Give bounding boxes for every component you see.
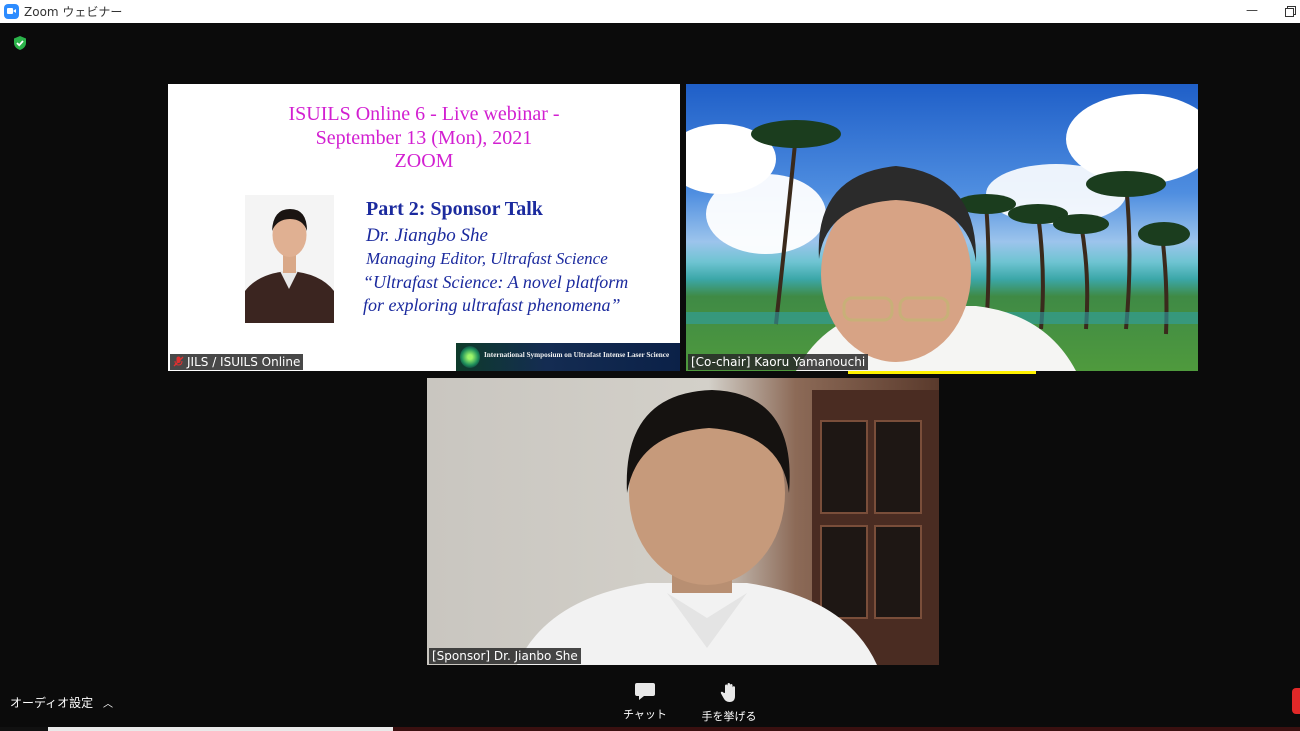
chat-label: チャット: [623, 708, 667, 721]
sponsor-person: [517, 390, 877, 665]
raise-hand-button[interactable]: 手を挙げる: [696, 682, 762, 724]
slide-title-line-3: ZOOM: [394, 150, 454, 172]
speaker-photo: [245, 195, 334, 323]
slide-speaker-role: Managing Editor, Ultrafast Science: [366, 249, 608, 268]
participant-name-tag: [Sponsor] Dr. Jianbo She: [429, 648, 581, 664]
muted-mic-icon: [173, 356, 184, 367]
audio-settings-label: オーディオ設定: [10, 696, 94, 710]
co-chair-video-tile[interactable]: [Co-chair] Kaoru Yamanouchi: [686, 84, 1198, 371]
slide-part-heading: Part 2: Sponsor Talk: [366, 198, 543, 220]
taskbar-strip-segment: [393, 727, 1300, 731]
participant-name-tag: [Co-chair] Kaoru Yamanouchi: [688, 354, 869, 370]
chevron-up-icon: ︿: [103, 699, 113, 710]
co-chair-person: [796, 166, 1076, 371]
active-speaker-indicator: [848, 371, 1036, 374]
restore-icon[interactable]: [1280, 0, 1300, 23]
shared-slide-tile[interactable]: ISUILS Online 6 - Live webinar - Septemb…: [168, 84, 680, 371]
chat-button[interactable]: チャット: [622, 682, 668, 722]
slide-speaker-name: Dr. Jiangbo She: [366, 225, 488, 246]
slide-title-line-1: ISUILS Online 6 - Live webinar -: [288, 103, 560, 125]
slide-title-line-2: September 13 (Mon), 2021: [315, 127, 533, 149]
window-titlebar: Zoom ウェビナー —: [0, 0, 1300, 23]
encryption-shield-icon[interactable]: [12, 35, 28, 51]
slide-talk-title-2: for exploring ultrafast phenomena”: [363, 295, 621, 315]
participant-name: [Co-chair] Kaoru Yamanouchi: [691, 355, 866, 369]
symposium-banner: International Symposium on Ultrafast Int…: [456, 343, 680, 371]
chat-icon: [635, 683, 655, 700]
raise-hand-icon: [720, 683, 735, 702]
participant-name-tag: JILS / ISUILS Online: [170, 354, 304, 370]
zoom-app-icon: [4, 4, 19, 19]
sponsor-video-tile[interactable]: [Sponsor] Dr. Jianbo She: [427, 378, 939, 665]
slide-talk-title-1: “Ultrafast Science: A novel platform: [363, 272, 629, 292]
minimize-icon[interactable]: —: [1237, 0, 1267, 23]
participant-name: [Sponsor] Dr. Jianbo She: [432, 649, 578, 663]
raise-hand-label: 手を挙げる: [701, 710, 757, 723]
audio-settings-button[interactable]: オーディオ設定 ︿: [10, 694, 113, 711]
taskbar-strip-segment: [48, 727, 393, 731]
participant-name: JILS / ISUILS Online: [187, 355, 301, 369]
leave-button[interactable]: [1292, 688, 1300, 714]
window-title: Zoom ウェビナー: [24, 5, 123, 19]
symposium-banner-text: International Symposium on Ultrafast Int…: [484, 351, 670, 359]
symposium-logo: [460, 346, 480, 368]
